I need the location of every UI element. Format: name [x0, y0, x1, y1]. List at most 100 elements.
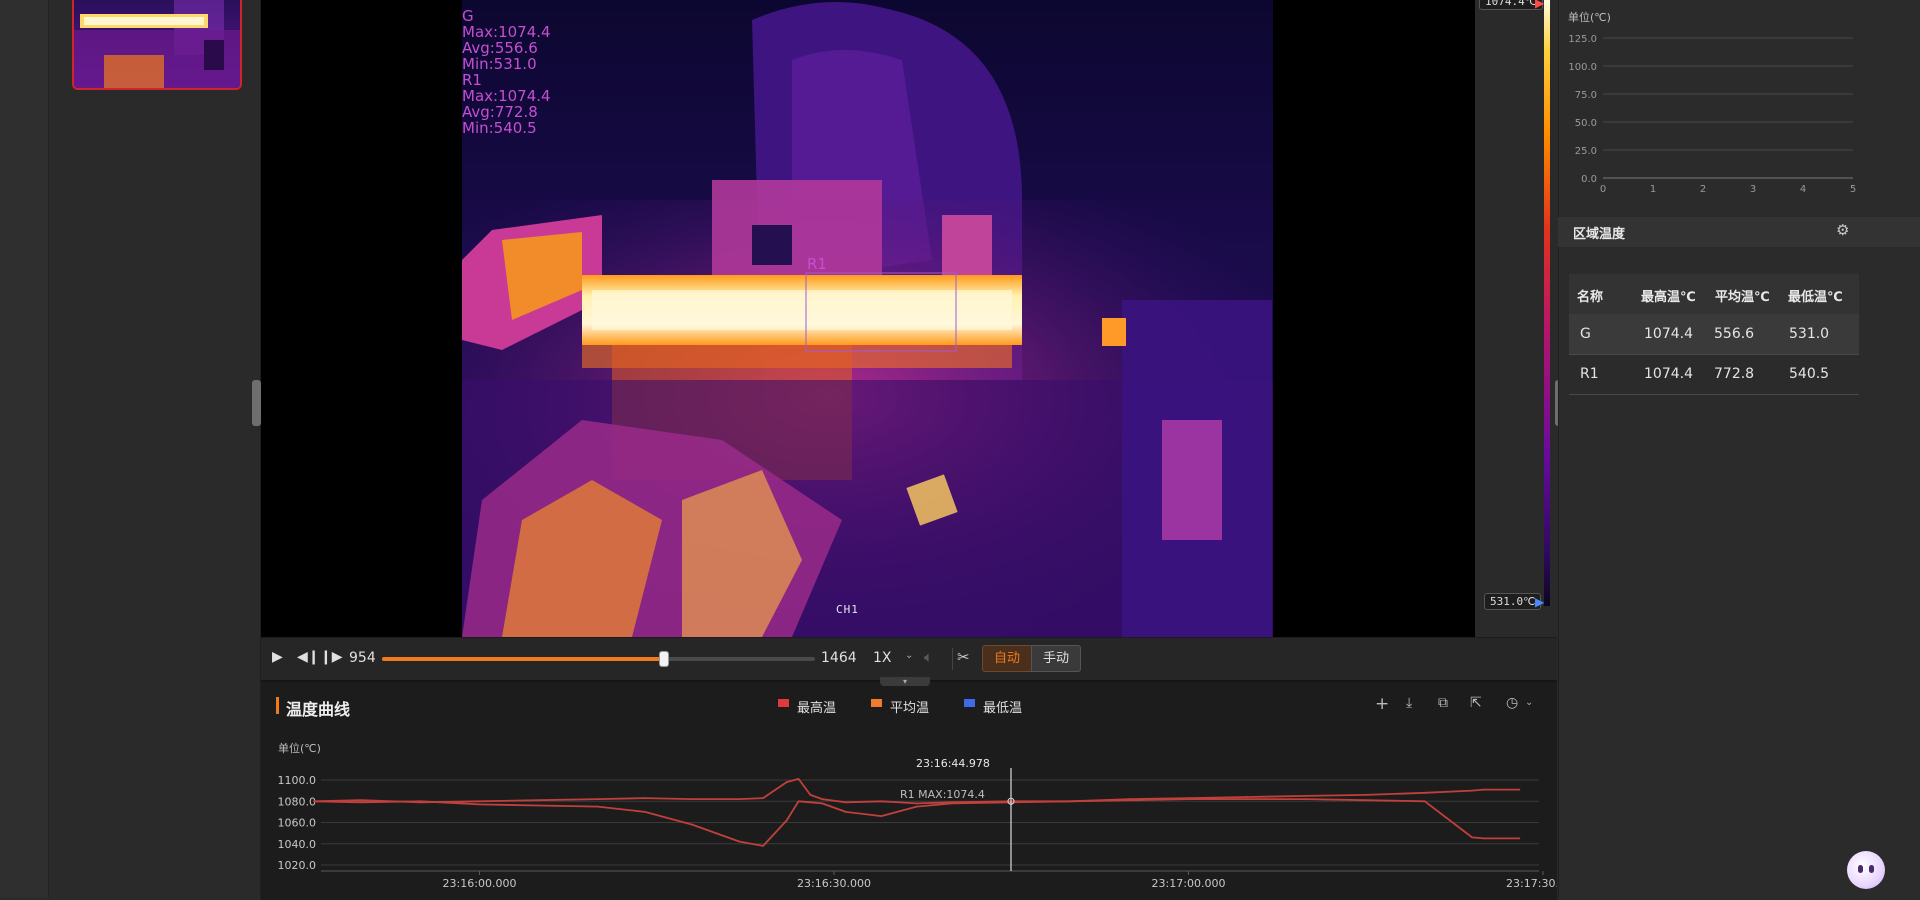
series-point — [880, 815, 883, 818]
cell-name: G — [1580, 326, 1591, 342]
roi-label: R1 — [807, 255, 827, 273]
colorbar-max-marker-icon[interactable]: ▶ — [1535, 0, 1544, 10]
top-empty-chart: 0.0 25.0 50.0 75.0 100.0 125.0 0 1 2 3 4 5 — [1568, 34, 1856, 195]
y-tick-label: 1060.0 — [278, 817, 317, 830]
speed-chevron-down-icon[interactable]: ⌄ — [905, 650, 913, 661]
series-point — [1471, 789, 1473, 792]
colorbar-min-marker-icon[interactable]: ▶ — [1535, 595, 1544, 609]
legend-avg-label[interactable]: 平均温 — [890, 697, 929, 716]
y-tick-label: 100.0 — [1568, 62, 1597, 73]
progress-fill — [382, 657, 664, 661]
series-point — [1187, 798, 1190, 801]
series-point — [691, 798, 694, 801]
assistant-avatar[interactable] — [1847, 851, 1885, 889]
series-point — [785, 819, 788, 822]
th-name: 名称 — [1577, 290, 1604, 305]
series-point — [809, 793, 812, 796]
progress-handle[interactable] — [659, 651, 670, 667]
series-point — [1364, 799, 1367, 802]
clock-icon[interactable]: ◷ — [1506, 695, 1518, 711]
next-frame-button[interactable]: ❙▶ — [320, 649, 343, 665]
series-point — [951, 802, 954, 805]
cell-max: 1074.4 — [1644, 366, 1693, 382]
x-tick-label: 23:16:30.000 — [797, 877, 871, 890]
series-point — [596, 805, 599, 808]
overlay-g-max: Max:1074.4 — [462, 23, 551, 41]
series-point — [1483, 788, 1485, 791]
series-point — [537, 799, 540, 802]
speed-select[interactable]: 1X — [873, 650, 892, 666]
toolbar-divider — [952, 648, 953, 670]
collapse-curve-chevron-icon[interactable]: ▾ — [880, 677, 930, 686]
table-row[interactable]: G 1074.4 556.6 531.0 — [1569, 314, 1859, 355]
cell-min: 540.5 — [1789, 366, 1830, 382]
series-point — [1483, 837, 1485, 840]
temperature-curve-chart[interactable]: 1020.0 1040.0 1060.0 1080.0 1100.0 23:16:00.0… — [261, 755, 1557, 898]
copy-icon[interactable]: ⧉ — [1438, 695, 1448, 711]
series-point — [809, 801, 812, 804]
series-point — [821, 802, 824, 805]
volume-icon[interactable]: 🔈︎ — [924, 648, 933, 666]
top-chart-unit: 单位(℃) — [1568, 11, 1611, 24]
series-point — [478, 803, 481, 806]
x-tick-label: 23:16:00.000 — [443, 877, 517, 890]
series-point — [915, 805, 918, 808]
progress-track[interactable] — [382, 657, 815, 661]
cell-max: 1074.4 — [1644, 326, 1693, 342]
overlay-g-min: Min:531.0 — [462, 55, 537, 73]
y-tick-label: 25.0 — [1575, 146, 1597, 157]
channel-label: CH1 — [836, 603, 859, 616]
cell-avg: 556.6 — [1714, 326, 1755, 342]
y-tick-label: 75.0 — [1575, 90, 1597, 101]
series-point — [762, 797, 764, 799]
th-min: 最低温℃ — [1788, 290, 1843, 305]
overlay-r1-name: R1 — [462, 71, 482, 89]
download-icon[interactable]: ⤓ — [1406, 695, 1412, 711]
table-row[interactable]: R1 1074.4 772.8 540.5 — [1569, 354, 1859, 395]
series-point — [844, 801, 847, 804]
curve-unit-label: 单位(℃) — [278, 742, 321, 755]
x-tick-label: 23:17:30.000 — [1506, 877, 1557, 890]
x-tick-label: 0 — [1600, 184, 1606, 195]
play-button[interactable]: ▶ — [272, 649, 283, 665]
thumbnail-thermal-image — [74, 0, 240, 88]
clock-chevron-down-icon[interactable]: ⌄ — [1525, 697, 1533, 708]
series-point — [797, 778, 800, 780]
series-point — [644, 810, 646, 813]
cell-min: 531.0 — [1789, 326, 1830, 342]
export-icon[interactable]: ⇱ — [1470, 695, 1482, 711]
series-point — [844, 810, 847, 813]
legend-min-label[interactable]: 最低温 — [983, 697, 1022, 716]
mode-auto-button[interactable]: 自动 — [982, 645, 1032, 672]
clip-scissors-icon[interactable]: ✂ — [957, 648, 970, 666]
cell-avg: 772.8 — [1714, 366, 1755, 382]
th-avg: 平均温℃ — [1715, 290, 1770, 305]
colorbar-min-label: 531.0℃ — [1484, 593, 1542, 610]
y-tick-label: 0.0 — [1581, 174, 1597, 185]
x-tick-label: 1 — [1650, 184, 1656, 195]
y-tick-label: 125.0 — [1568, 34, 1597, 45]
series-point — [738, 840, 741, 843]
thermal-image[interactable] — [462, 0, 1273, 637]
add-icon[interactable]: + — [1375, 694, 1389, 714]
settings-gear-icon[interactable]: ⚙ — [1836, 221, 1849, 239]
series-point — [1128, 799, 1131, 802]
series-point — [419, 800, 422, 803]
legend-max-label[interactable]: 最高温 — [797, 697, 836, 716]
series-point — [1518, 788, 1521, 791]
x-tick-label: 4 — [1800, 184, 1806, 195]
cursor-time-label: 23:16:44.978 — [916, 757, 990, 770]
x-tick-label: 2 — [1700, 184, 1706, 195]
series-point — [785, 781, 788, 784]
video-thumbnail[interactable] — [72, 0, 242, 90]
x-tick-label: 3 — [1750, 184, 1756, 195]
series-point — [1423, 791, 1426, 794]
overlay-r1-avg: Avg:772.8 — [462, 103, 538, 121]
prev-frame-button[interactable]: ◀❙ — [297, 649, 320, 665]
series-point — [1423, 800, 1426, 803]
series-point — [1518, 837, 1521, 840]
curve-title: 温度曲线 — [286, 700, 351, 719]
mode-manual-button[interactable]: 手动 — [1031, 645, 1081, 672]
collapse-left-handle[interactable] — [252, 380, 261, 426]
current-frame: 954 — [349, 650, 376, 666]
